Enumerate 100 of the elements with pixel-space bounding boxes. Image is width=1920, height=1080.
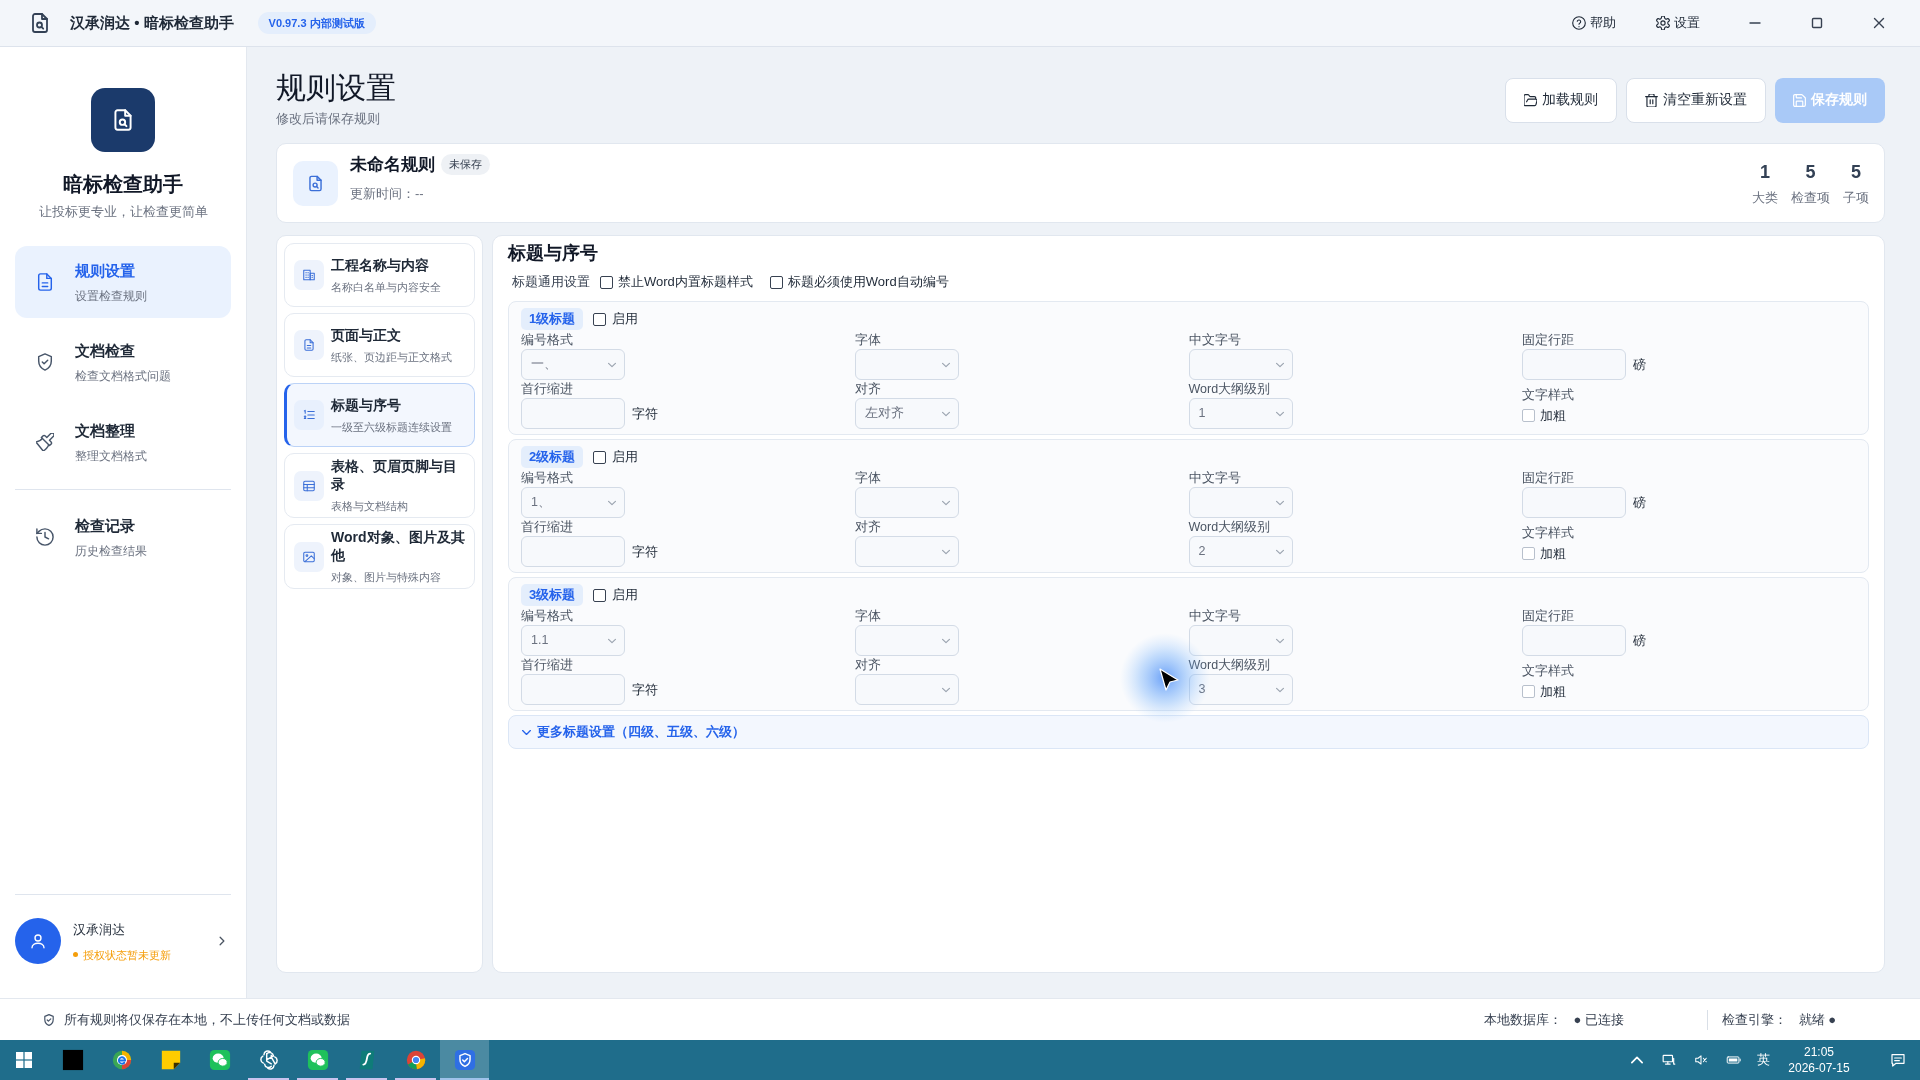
unit-label: 字符 bbox=[632, 542, 658, 561]
notification-icon[interactable] bbox=[1890, 1052, 1906, 1068]
unit-label: 磅 bbox=[1633, 355, 1647, 374]
checkbox-label: 禁止Word内置标题样式 bbox=[618, 273, 753, 291]
field-label: 首行缩进 bbox=[521, 519, 573, 536]
input-field[interactable] bbox=[1522, 487, 1627, 518]
checkbox[interactable] bbox=[593, 312, 607, 326]
close-icon[interactable] bbox=[1873, 17, 1885, 29]
status-value: 就绪 ● bbox=[1798, 1010, 1836, 1029]
chat-bubbles-icon bbox=[208, 1049, 231, 1071]
user-profile-button[interactable]: 汉承润达 授权状态暂未更新 bbox=[15, 918, 231, 964]
chevron-down-icon bbox=[941, 685, 950, 694]
chevron-down-icon bbox=[941, 636, 950, 645]
chevron-down-icon bbox=[1275, 498, 1284, 507]
app-tagline: 让投标更专业，让检查更简单 bbox=[37, 203, 209, 221]
chevron-down-icon bbox=[1275, 360, 1284, 369]
help-button[interactable]: 帮助 bbox=[1572, 13, 1616, 33]
version-badge: V0.97.3 内部测试版 bbox=[257, 11, 376, 35]
checkbox[interactable] bbox=[1522, 685, 1536, 699]
chevron-down-icon bbox=[1275, 547, 1284, 556]
reset-button[interactable]: 清空重新设置 bbox=[1626, 78, 1766, 123]
stat-value: 5 bbox=[1851, 160, 1861, 184]
clock[interactable]: 21:05 2026-07-15 bbox=[1782, 1044, 1856, 1076]
shield-icon bbox=[453, 1049, 476, 1071]
input-field[interactable] bbox=[521, 674, 625, 705]
checkbox-label: 加粗 bbox=[1540, 683, 1567, 701]
input-field[interactable] bbox=[1522, 625, 1627, 656]
chevron-right-icon bbox=[217, 936, 227, 946]
category-item[interactable]: 工程名称与内容 名称白名单与内容安全 bbox=[284, 243, 475, 307]
category-item[interactable]: 页面与正文 纸张、页边距与正文格式 bbox=[284, 313, 475, 377]
dropdown[interactable]: 一、 bbox=[521, 349, 625, 380]
dropdown[interactable]: 1、 bbox=[521, 487, 625, 518]
checkbox[interactable] bbox=[593, 588, 607, 602]
field-label: 编号格式 bbox=[521, 470, 573, 487]
load-button[interactable]: 加载规则 bbox=[1505, 78, 1617, 123]
checkbox[interactable] bbox=[1522, 547, 1536, 561]
field-label: 首行缩进 bbox=[521, 381, 573, 398]
category-item[interactable]: Word对象、图片及其他 对象、图片与特殊内容 bbox=[284, 524, 475, 589]
dropdown[interactable]: 2 bbox=[1188, 536, 1293, 567]
speaker-muted-icon[interactable] bbox=[1694, 1053, 1708, 1067]
page-title: 规则设置 bbox=[276, 70, 396, 106]
input-field[interactable] bbox=[521, 536, 625, 567]
app-name: 暗标检查助手 bbox=[62, 172, 184, 197]
field-label: 编号格式 bbox=[521, 332, 573, 349]
nav-item[interactable]: 规则设置 设置检查规则 bbox=[15, 246, 231, 318]
chevron-down-icon bbox=[1275, 409, 1284, 418]
square-tile-icon bbox=[61, 1049, 84, 1071]
taskbar-button[interactable] bbox=[440, 1040, 489, 1080]
document-icon bbox=[294, 330, 324, 360]
field-label: 对齐 bbox=[854, 381, 881, 398]
checkbox[interactable] bbox=[1522, 409, 1536, 423]
window-title: 汉承润达 • 暗标检查助手 bbox=[70, 12, 234, 33]
settings-icon bbox=[1656, 16, 1670, 30]
shield-check-icon bbox=[36, 353, 54, 371]
knot-icon bbox=[257, 1049, 280, 1071]
chevron-up-icon[interactable] bbox=[1631, 1055, 1643, 1065]
input-field[interactable] bbox=[521, 398, 625, 429]
checkbox[interactable] bbox=[769, 275, 783, 289]
status-value: ● 已连接 bbox=[1573, 1010, 1624, 1029]
status-notice: 所有规则将仅保存在本地，不上传任何文档或数据 bbox=[64, 1010, 350, 1029]
chevron-down-icon bbox=[1275, 685, 1284, 694]
table-icon bbox=[294, 470, 324, 501]
level-tag: 2级标题 bbox=[521, 446, 584, 468]
chevron-down-icon bbox=[1275, 636, 1284, 645]
dropdown[interactable]: 1 bbox=[1188, 398, 1293, 429]
unit-label: 磅 bbox=[1633, 493, 1647, 512]
maximize-icon[interactable] bbox=[1811, 17, 1823, 29]
battery-icon[interactable] bbox=[1726, 1053, 1742, 1067]
chevron-down-icon bbox=[941, 360, 950, 369]
checkbox[interactable] bbox=[593, 450, 607, 464]
page-subtitle: 修改后请保存规则 bbox=[276, 110, 380, 128]
stat-label: 检查项 bbox=[1791, 188, 1830, 207]
brush-icon bbox=[36, 433, 54, 451]
field-label: Word大纲级别 bbox=[1188, 657, 1271, 674]
checkbox-label: 启用 bbox=[612, 586, 639, 605]
more-settings-toggle[interactable]: 更多标题设置（四级、五级、六级） bbox=[508, 715, 1869, 749]
dropdown[interactable]: 1.1 bbox=[521, 625, 625, 656]
category-item[interactable]: 表格、页眉页脚与目录 表格与文档结构 bbox=[284, 453, 475, 518]
dropdown[interactable]: 左对齐 bbox=[854, 398, 959, 429]
category-item[interactable]: 标题与序号 一级至六级标题连续设置 bbox=[284, 383, 475, 447]
field-label: 固定行距 bbox=[1522, 332, 1575, 349]
checkbox-label: 启用 bbox=[612, 448, 639, 467]
monitor-icon[interactable] bbox=[1662, 1053, 1676, 1067]
colored-ring-icon bbox=[110, 1049, 133, 1071]
checkbox[interactable] bbox=[600, 275, 613, 289]
field-label: 文字样式 bbox=[1522, 387, 1575, 404]
input-field[interactable] bbox=[1522, 349, 1627, 380]
checkbox-label: 加粗 bbox=[1540, 545, 1567, 563]
status-label: 本地数据库： bbox=[1483, 1010, 1562, 1029]
level-tag: 3级标题 bbox=[521, 584, 584, 606]
tricolor-circle-icon bbox=[404, 1049, 427, 1071]
building-icon bbox=[294, 260, 324, 290]
field-label: 字体 bbox=[854, 332, 881, 349]
input-method-indicator[interactable]: 英 bbox=[1757, 1050, 1770, 1070]
settings-button[interactable]: 设置 bbox=[1656, 13, 1700, 33]
unsaved-badge: 未保存 bbox=[441, 154, 490, 175]
chevron-down-icon bbox=[608, 498, 616, 507]
field-label: 字体 bbox=[854, 608, 881, 625]
level-tag: 1级标题 bbox=[521, 308, 584, 330]
field-label: 编号格式 bbox=[521, 608, 573, 625]
